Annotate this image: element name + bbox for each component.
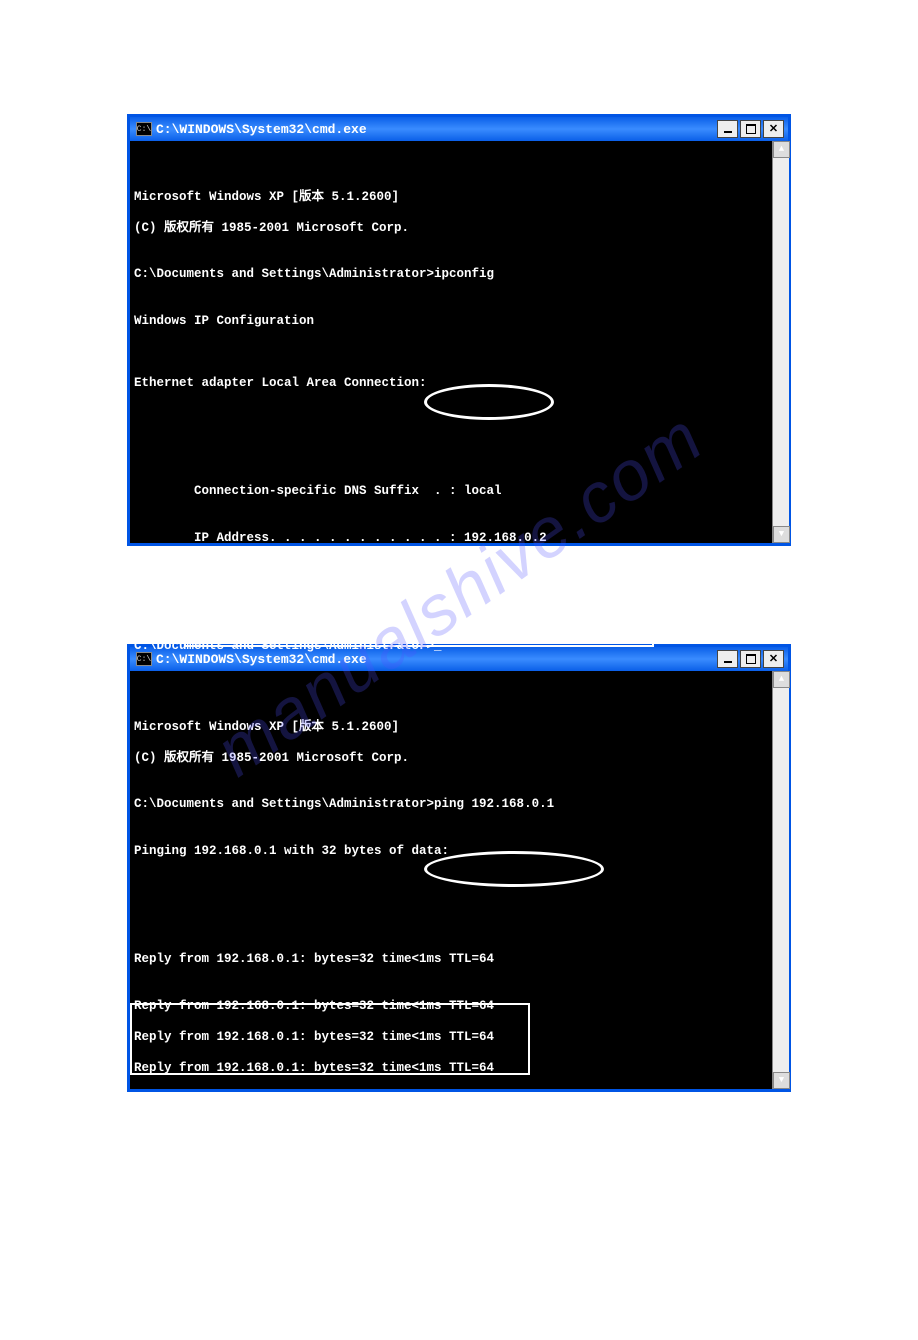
terminal-line: Reply from 192.168.0.1: bytes=32 time<1m… [134, 1061, 784, 1077]
terminal-line: Ethernet adapter Local Area Connection: [134, 376, 784, 392]
cmd-icon: C:\ [136, 122, 152, 136]
terminal-line: C:\Documents and Settings\Administrator>… [134, 1247, 784, 1263]
minimize-button[interactable] [717, 120, 738, 138]
terminal-body[interactable]: Microsoft Windows XP [版本 5.1.2600] (C) 版… [130, 141, 788, 543]
terminal-line: Connection-specific DNS Suffix . : local [134, 484, 784, 500]
terminal-output: Microsoft Windows XP [版本 5.1.2600] (C) 版… [134, 704, 784, 1293]
terminal-line: Ping statistics for 192.168.0.1: [134, 1107, 784, 1123]
highlight-box [184, 573, 654, 647]
terminal-line: C:\Documents and Settings\Administrator>… [134, 267, 784, 283]
terminal-line: IP Address. . . . . . . . . . . . : 192.… [134, 531, 784, 547]
terminal-line: Minimum = 0ms, Maximum = 0ms, Average = … [134, 1200, 784, 1216]
window-controls [717, 120, 784, 138]
terminal-line: (C) 版权所有 1985-2001 Microsoft Corp. [134, 221, 784, 237]
titlebar[interactable]: C:\ C:\WINDOWS\System32\cmd.exe [130, 117, 788, 141]
terminal-output: Microsoft Windows XP [版本 5.1.2600] (C) 版… [134, 174, 784, 686]
scroll-up-button[interactable]: ▲ [773, 141, 790, 158]
terminal-line: Windows IP Configuration [134, 314, 784, 330]
terminal-line: C:\Documents and Settings\Administrator>… [134, 797, 784, 813]
terminal-line: C:\Documents and Settings\Administrator>… [134, 639, 784, 655]
terminal-line: (C) 版权所有 1985-2001 Microsoft Corp. [134, 751, 784, 767]
terminal-line: Subnet Mask . . . . . . . . . . . : 255.… [134, 562, 784, 578]
terminal-line: Pinging 192.168.0.1 with 32 bytes of dat… [134, 844, 784, 860]
terminal-line: Packets: Sent = 4, Received = 4, Lost = … [134, 1138, 784, 1154]
terminal-line: Microsoft Windows XP [版本 5.1.2600] [134, 190, 784, 206]
window-title: C:\WINDOWS\System32\cmd.exe [156, 122, 717, 137]
terminal-line: Default Gateway . . . . . . . . . : 192.… [134, 593, 784, 609]
terminal-line: Reply from 192.168.0.1: bytes=32 time<1m… [134, 952, 784, 968]
close-button[interactable] [763, 120, 784, 138]
cmd-window-ipconfig: C:\ C:\WINDOWS\System32\cmd.exe Microsof… [129, 116, 789, 544]
terminal-line: Reply from 192.168.0.1: bytes=32 time<1m… [134, 1030, 784, 1046]
cmd-window-ping: C:\ C:\WINDOWS\System32\cmd.exe Microsof… [129, 646, 789, 1090]
maximize-button[interactable] [740, 120, 761, 138]
terminal-line: Microsoft Windows XP [版本 5.1.2600] [134, 720, 784, 736]
terminal-body[interactable]: Microsoft Windows XP [版本 5.1.2600] (C) 版… [130, 671, 788, 1089]
terminal-line: Reply from 192.168.0.1: bytes=32 time<1m… [134, 999, 784, 1015]
terminal-line: Approximate round trip times in milli-se… [134, 1169, 784, 1185]
